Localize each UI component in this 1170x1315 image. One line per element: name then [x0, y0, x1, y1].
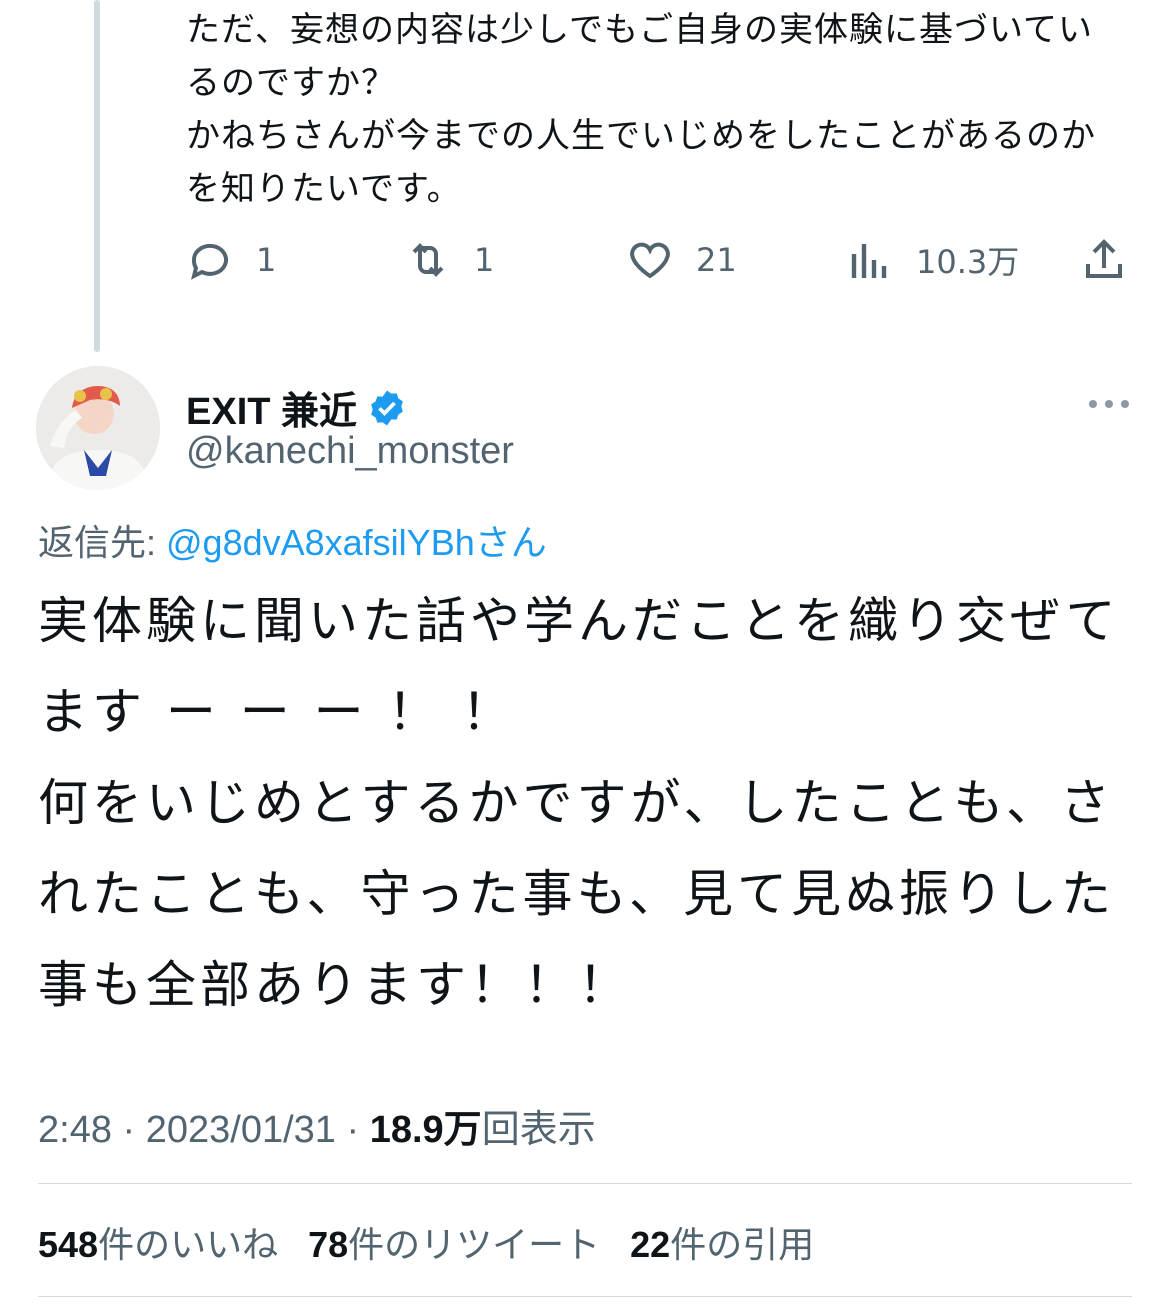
tweet-date[interactable]: 2023/01/31 — [146, 1109, 336, 1151]
engagement-stats: 548件のいいね 78件のリツイート 22件の引用 — [38, 1216, 844, 1268]
reply-to-line: 返信先: @g8dvA8xafsilYBhさん — [38, 514, 547, 566]
parent-tweet-actions: 1 1 21 10.3万 — [0, 236, 1170, 296]
share-action[interactable] — [1080, 236, 1128, 284]
meta-separator-2: · — [346, 1109, 360, 1151]
reply-to-suffix: さん — [474, 522, 547, 563]
author-handle[interactable]: @kanechi_monster — [186, 430, 514, 473]
quotes-stat[interactable]: 22件の引用 — [630, 1216, 814, 1268]
retweet-action[interactable]: 1 — [404, 236, 494, 284]
retweet-icon — [412, 243, 444, 277]
view-count: 10.3万 — [916, 243, 1020, 281]
author-name[interactable]: EXIT 兼近 — [186, 380, 407, 435]
reply-icon — [191, 243, 228, 280]
views-number: 18.9万 — [369, 1109, 482, 1151]
reply-count: 1 — [256, 241, 277, 279]
tweet-time[interactable]: 2:48 — [38, 1109, 112, 1151]
quotes-number: 22 — [630, 1224, 671, 1265]
more-options-icon[interactable] — [1086, 392, 1132, 416]
reply-to-prefix: 返信先: — [38, 522, 167, 563]
retweets-stat[interactable]: 78件のリツイート — [308, 1216, 600, 1268]
thread-connector-line — [94, 0, 100, 352]
tweet-meta: 2:48 · 2023/01/31 · 18.9万回表示 — [38, 1098, 596, 1153]
avatar[interactable] — [36, 366, 160, 490]
analytics-icon — [851, 244, 887, 278]
retweet-count: 1 — [474, 241, 495, 279]
views-action[interactable]: 10.3万 — [846, 236, 1019, 284]
retweets-number: 78 — [308, 1224, 349, 1265]
meta-separator: · — [122, 1109, 136, 1151]
reply-to-mention[interactable]: @g8dvA8xafsilYBh — [166, 522, 475, 563]
like-action[interactable]: 21 — [626, 236, 737, 284]
verified-badge-icon — [371, 390, 403, 425]
parent-tweet-text: ただ、妄想の内容は少しでもご自身の実体験に基づいているのですか？ かねちさんが今… — [186, 10, 1096, 209]
tweet-text: 実体験に聞いた話や学んだことを織り交ぜてます ー ー ー ！ ！ 何をいじめとす… — [38, 592, 1120, 1014]
quotes-label: 件の引用 — [670, 1224, 815, 1265]
reply-action[interactable]: 1 — [186, 236, 276, 284]
divider-bottom — [38, 1296, 1132, 1297]
likes-label: 件のいいね — [98, 1224, 279, 1265]
heart-icon — [630, 242, 670, 279]
likes-stat[interactable]: 548件のいいね — [38, 1216, 278, 1268]
views-label: 回表示 — [481, 1109, 596, 1151]
share-icon — [1086, 239, 1122, 278]
likes-number: 548 — [38, 1224, 99, 1265]
divider-top — [38, 1183, 1132, 1184]
retweets-label: 件のリツイート — [348, 1224, 601, 1265]
author-display-name: EXIT 兼近 — [186, 391, 358, 433]
like-count: 21 — [696, 241, 737, 279]
avatar-illustration — [36, 366, 160, 490]
